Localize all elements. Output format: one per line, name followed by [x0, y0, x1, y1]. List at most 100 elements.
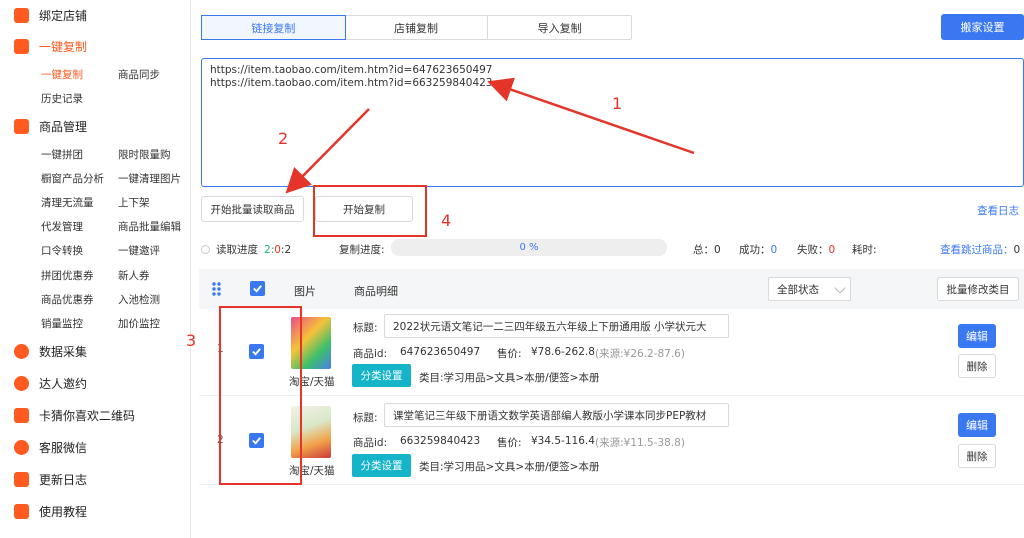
- sub-manage-item[interactable]: 入池检测: [118, 292, 160, 307]
- source-price: (来源:¥26.2-87.6): [595, 348, 685, 360]
- lightning-icon: [14, 344, 29, 359]
- nav-label: 卡猜你喜欢二维码: [39, 409, 136, 423]
- sub-manage-item[interactable]: 上下架: [118, 195, 150, 210]
- sub-manage-item[interactable]: 代发管理: [41, 219, 83, 234]
- item-id-label: 商品id:: [353, 348, 388, 360]
- tab-link-copy[interactable]: 链接复制: [201, 15, 346, 40]
- price-label: 售价:: [497, 437, 522, 449]
- nav-label: 达人邀约: [39, 377, 88, 391]
- read-progress: 读取进度 2:0:2: [201, 242, 291, 257]
- price-label: 售价:: [497, 348, 522, 360]
- delete-button[interactable]: 删除: [958, 444, 996, 468]
- success-count: 成功：0: [739, 244, 778, 256]
- annotation-box: [219, 306, 302, 485]
- grid-icon: [14, 119, 29, 134]
- nav-label: 使用教程: [39, 505, 88, 519]
- nav-label: 商品管理: [39, 120, 88, 134]
- batch-read-button[interactable]: 开始批量读取商品: [201, 196, 304, 222]
- sub-one-click-copy[interactable]: 一键复制: [41, 67, 83, 82]
- item-id-value: 647623650497: [400, 346, 481, 358]
- sub-manage-item[interactable]: 销量监控: [41, 316, 83, 331]
- table-header: 图片 商品明细: [199, 269, 1024, 309]
- sub-manage-item[interactable]: 加价监控: [118, 316, 160, 331]
- read-done: 2: [264, 244, 271, 256]
- col-detail: 商品明细: [354, 285, 398, 298]
- status-filter-select[interactable]: 全部状态: [768, 277, 851, 301]
- chevron-down-icon: [834, 282, 846, 294]
- time-elapsed: 耗时:: [852, 244, 877, 256]
- copy-mode-tabs: 链接复制 店铺复制 导入复制: [201, 15, 632, 40]
- sub-manage-item[interactable]: 一键拼团: [41, 147, 83, 162]
- tab-store-copy[interactable]: 店铺复制: [345, 16, 489, 39]
- nav-service-wechat[interactable]: 客服微信: [14, 439, 87, 456]
- headset-icon: [14, 440, 29, 455]
- price-value: ¥34.5-116.4: [531, 435, 595, 447]
- category-text: 类目:学习用品>文具>本册/便签>本册: [419, 372, 600, 384]
- sub-history[interactable]: 历史记录: [41, 91, 83, 106]
- item-id-label: 商品id:: [353, 437, 388, 449]
- copy-progress-label: 复制进度:: [339, 244, 385, 256]
- title-input[interactable]: 2022状元语文笔记一二三四年级五六年级上下册通用版 小学状元大: [384, 314, 729, 338]
- view-log-link[interactable]: 查看日志: [977, 203, 1019, 218]
- title-label: 标题:: [353, 322, 378, 334]
- source-price: (来源:¥11.5-38.8): [595, 437, 685, 449]
- sub-manage-item[interactable]: 新人券: [118, 268, 150, 283]
- nav-influencer[interactable]: 达人邀约: [14, 375, 87, 392]
- title-label: 标题:: [353, 412, 378, 424]
- read-progress-label: 读取进度: [216, 244, 258, 256]
- nav-one-click-copy[interactable]: 一键复制: [14, 38, 87, 55]
- heart-icon: [14, 408, 29, 423]
- nav-changelog[interactable]: 更新日志: [14, 471, 87, 488]
- status-filter-value: 全部状态: [777, 283, 819, 296]
- view-skipped-link[interactable]: 查看跳过商品：0: [940, 242, 1020, 257]
- edit-button[interactable]: 编辑: [958, 324, 996, 348]
- tab-import-copy[interactable]: 导入复制: [488, 16, 631, 39]
- spinner-icon: [201, 245, 210, 254]
- sub-manage-item[interactable]: 橱窗产品分析: [41, 171, 104, 186]
- url-textarea[interactable]: https://item.taobao.com/item.htm?id=6476…: [201, 58, 1024, 187]
- total-count: 总：0: [693, 244, 721, 256]
- sub-manage-item[interactable]: 商品批量编辑: [118, 219, 181, 234]
- sub-manage-item[interactable]: 一键邀评: [118, 243, 160, 258]
- annotation-box: [313, 185, 427, 237]
- sub-manage-item[interactable]: 口令转换: [41, 243, 83, 258]
- sub-product-sync[interactable]: 商品同步: [118, 67, 160, 82]
- nav-label: 数据采集: [39, 345, 88, 359]
- delete-button[interactable]: 删除: [958, 354, 996, 378]
- category-settings-button[interactable]: 分类设置: [352, 454, 411, 477]
- list-icon: [14, 472, 29, 487]
- bag-icon: [14, 39, 29, 54]
- sub-manage-item[interactable]: 清理无流量: [41, 195, 94, 210]
- sub-manage-item[interactable]: 限时限量购: [118, 147, 171, 162]
- annotation-label: 2: [278, 129, 289, 148]
- annotation-label: 4: [441, 211, 452, 230]
- sub-manage-item[interactable]: 一键清理图片: [118, 171, 181, 186]
- drag-handle-icon[interactable]: [211, 281, 227, 297]
- select-all-checkbox[interactable]: [250, 281, 265, 296]
- book-icon: [14, 504, 29, 519]
- nav-label: 更新日志: [39, 473, 88, 487]
- move-settings-button[interactable]: 搬家设置: [941, 14, 1024, 40]
- col-image: 图片: [294, 285, 316, 298]
- nav-label: 客服微信: [39, 441, 88, 455]
- nav-bind-store[interactable]: 绑定店铺: [14, 7, 87, 24]
- url-line: https://item.taobao.com/item.htm?id=6632…: [210, 77, 493, 89]
- url-line: https://item.taobao.com/item.htm?id=6476…: [210, 64, 493, 76]
- edit-button[interactable]: 编辑: [958, 413, 996, 437]
- nav-data-collect[interactable]: 数据采集: [14, 343, 87, 360]
- annotation-label: 1: [612, 94, 623, 113]
- nav-product-manage[interactable]: 商品管理: [14, 118, 87, 135]
- chat-icon: [14, 376, 29, 391]
- sub-manage-item[interactable]: 商品优惠券: [41, 292, 94, 307]
- store-icon: [14, 8, 29, 23]
- nav-tutorial[interactable]: 使用教程: [14, 503, 87, 520]
- price-value: ¥78.6-262.8: [531, 346, 595, 358]
- sub-manage-item[interactable]: 拼团优惠券: [41, 268, 94, 283]
- nav-qrcode[interactable]: 卡猜你喜欢二维码: [14, 407, 135, 424]
- title-input[interactable]: 课堂笔记三年级下册语文数学英语部编人教版小学课本同步PEP教材: [384, 403, 729, 427]
- nav-label: 绑定店铺: [39, 9, 88, 23]
- sidebar: 绑定店铺 一键复制 一键复制 商品同步 历史记录 商品管理 一键拼团 限时限量购…: [0, 0, 191, 538]
- copy-progress-bar: 0 %: [391, 239, 667, 256]
- category-settings-button[interactable]: 分类设置: [352, 364, 411, 387]
- batch-edit-category-button[interactable]: 批量修改类目: [937, 277, 1019, 301]
